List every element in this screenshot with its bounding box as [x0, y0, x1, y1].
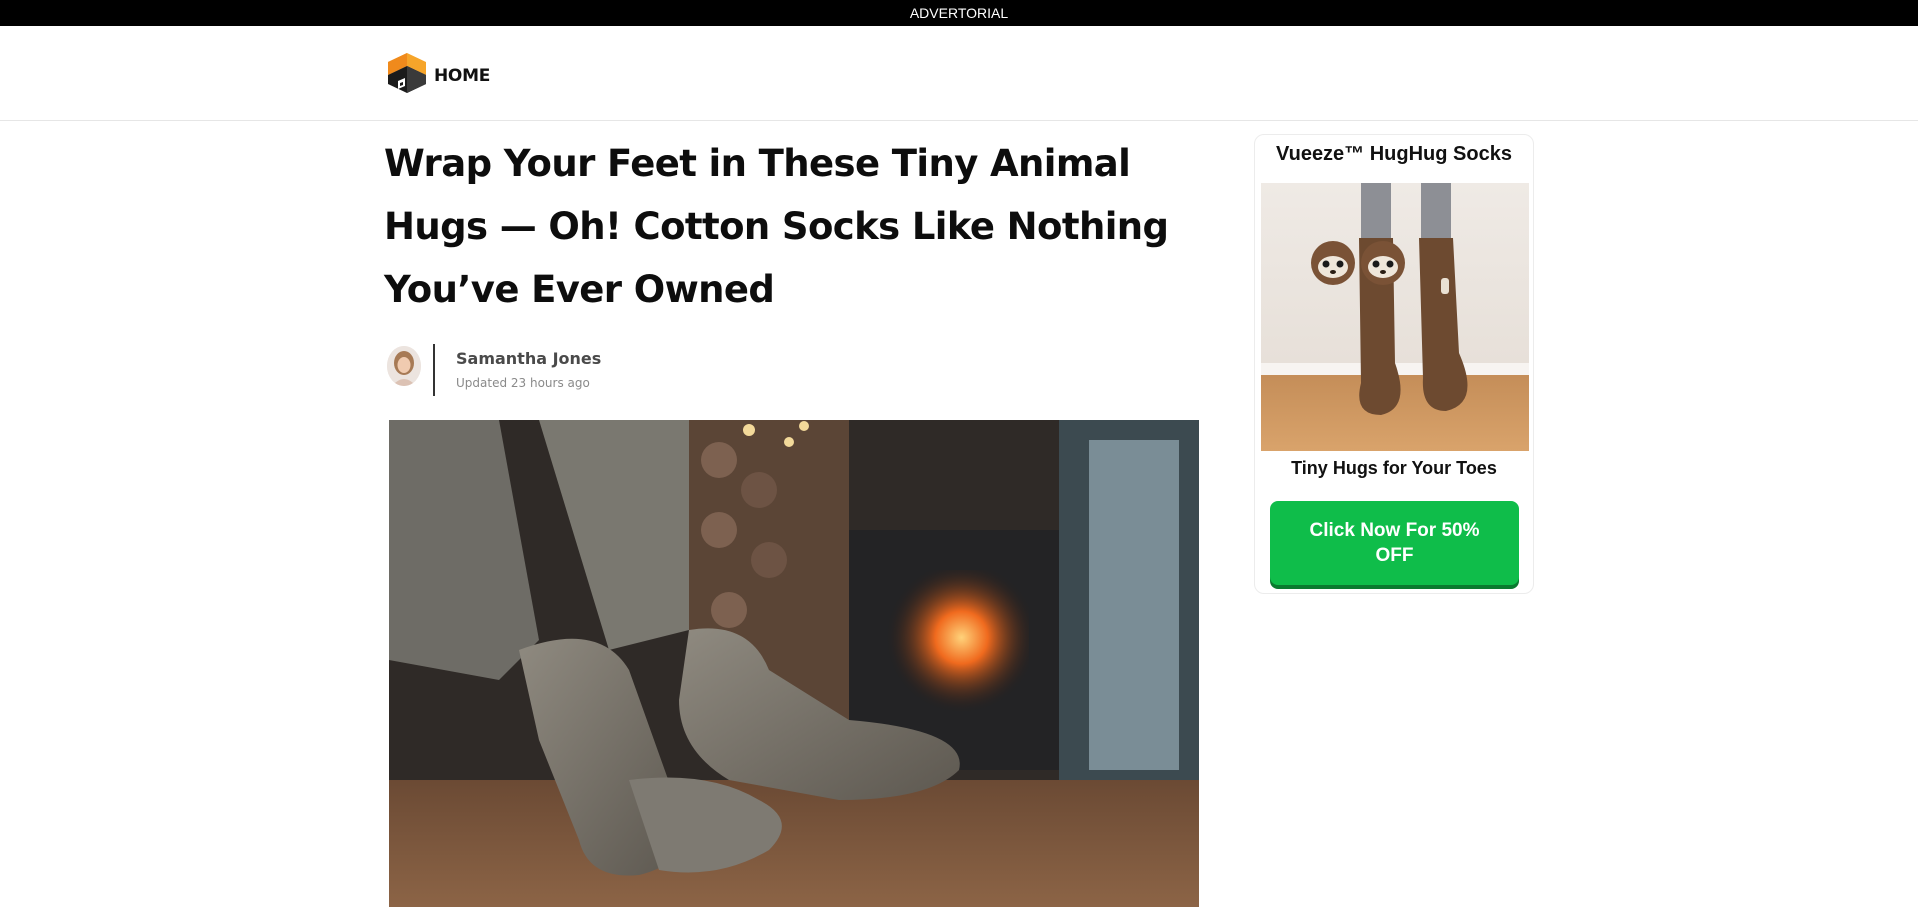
updated-timestamp: Updated 23 hours ago — [456, 376, 590, 390]
author-byline: Samantha Jones Updated 23 hours ago — [387, 344, 787, 396]
house-logo-icon[interactable] — [388, 53, 426, 99]
advertorial-banner: ADVERTORIAL — [0, 0, 1918, 26]
avatar — [387, 346, 421, 386]
hero-image — [389, 420, 1199, 907]
discount-cta-button[interactable]: Click Now For 50% OFF — [1270, 501, 1519, 585]
product-ad-card: Vueeze™ HugHug Socks Tiny Hugs for Your … — [1254, 134, 1534, 594]
article-title: Wrap Your Feet in These Tiny Animal Hugs… — [384, 142, 1169, 311]
product-image[interactable] — [1261, 183, 1529, 451]
author-name[interactable]: Samantha Jones — [456, 349, 601, 368]
product-name: Vueeze™ HugHug Socks — [1276, 143, 1512, 165]
site-header: HOME — [0, 26, 1918, 121]
product-tagline: Tiny Hugs for Your Toes — [1291, 458, 1497, 478]
home-link[interactable]: HOME — [434, 66, 490, 86]
byline-divider — [433, 344, 435, 396]
